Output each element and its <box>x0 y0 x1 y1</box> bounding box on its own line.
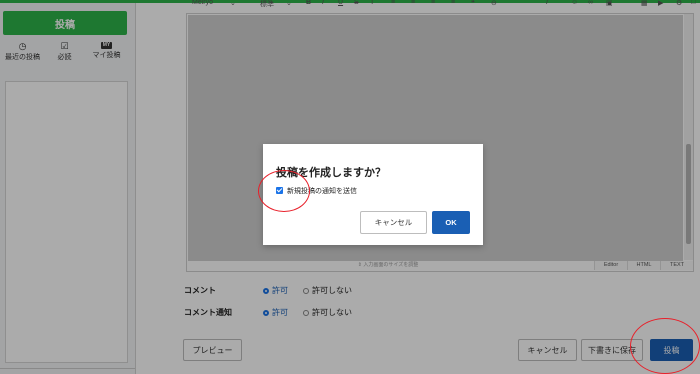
annotation-circle-checkbox <box>258 170 310 212</box>
dialog-cancel-button[interactable]: キャンセル <box>360 211 427 234</box>
dialog-ok-button[interactable]: OK <box>432 211 470 234</box>
annotation-circle-post <box>630 318 700 374</box>
